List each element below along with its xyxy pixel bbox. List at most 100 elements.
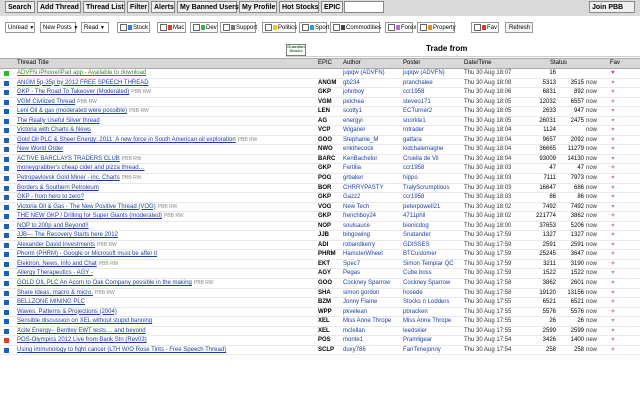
table-row[interactable]: Allergy Therapeutics - AGY - AGY Pegas Cube… <box>0 269 640 280</box>
poster-cell[interactable]: snorkle1 <box>403 117 463 126</box>
author-cell[interactable]: New Tech <box>343 203 403 212</box>
author-cell[interactable]: energyi <box>343 117 403 126</box>
heart-icon[interactable]: ♥ <box>611 136 619 145</box>
poster-cell[interactable]: ECTurner2 <box>403 107 463 116</box>
poster-cell[interactable]: TralyScrumptious <box>403 184 463 193</box>
heart-icon[interactable]: ♥ <box>611 346 619 355</box>
author-cell[interactable]: Wiganer <box>343 126 403 135</box>
thread-title-link[interactable]: POS-Olympics 2012 Live from Bank Stn (Re… <box>17 337 147 343</box>
poster-cell[interactable]: Miss Anne Thrope <box>403 317 463 326</box>
poster-cell[interactable]: hippo <box>403 174 463 183</box>
epic-cell[interactable]: VOG <box>318 203 342 212</box>
table-row[interactable]: The Really Useful Silver thread AG energyi… <box>0 117 640 127</box>
table-row[interactable]: JJB--- The Recovery Starts here 2012 JJB b… <box>0 231 640 241</box>
thread-title-link[interactable]: Elektron, News, Info and Chat <box>17 261 97 267</box>
add-thread-button[interactable]: Add Thread <box>37 1 81 13</box>
thread-title-link[interactable]: Share Ideas, macro & micro. <box>17 290 93 296</box>
poster-cell[interactable]: Stocks n Lodders <box>403 298 463 307</box>
filter-sport-checkbox[interactable]: Sport <box>299 22 329 33</box>
author-cell[interactable]: grbaker <box>343 174 403 183</box>
epic-input[interactable] <box>344 1 384 13</box>
author-cell[interactable]: pelchea <box>343 98 403 107</box>
alerts-button[interactable]: Alerts <box>151 1 175 13</box>
table-row[interactable]: Elektron, News, Info and Chat PBB RW EKT Sp… <box>0 260 640 270</box>
thread-title-link[interactable]: JJB--- The Recovery Starts here 2012 <box>17 232 118 238</box>
thread-list-button[interactable]: Thread List <box>83 1 125 13</box>
thread-title-link[interactable]: Victoria with Charts & News <box>17 127 91 133</box>
filter-forex-checkbox[interactable]: Forex <box>385 22 416 33</box>
my-profile-button[interactable]: My Profile <box>239 1 277 13</box>
thread-title-link[interactable]: ACTIVE BARCLAYS TRADERS CLUB <box>17 156 120 162</box>
epic-cell[interactable]: POG <box>318 174 342 183</box>
epic-cell[interactable]: ANGM <box>318 79 342 88</box>
poster-cell[interactable]: ccr1958 <box>403 164 463 173</box>
author-cell[interactable]: johnboy <box>343 88 403 97</box>
author-cell[interactable]: CHRRYPASTY <box>343 184 403 193</box>
thread-title-link[interactable]: GKP - The Road To Takeover (Moderated) <box>17 89 129 95</box>
epic-cell[interactable]: GKP <box>318 88 342 97</box>
heart-icon[interactable]: ♥ <box>611 250 619 259</box>
thread-title-link[interactable]: The Really Useful Silver thread <box>17 118 100 124</box>
epic-cell[interactable]: NWO <box>318 145 342 154</box>
heart-icon[interactable]: ♥ <box>611 155 619 164</box>
table-row[interactable]: GOLD OIL PLC An Acorn to Oak Company pos… <box>0 279 640 289</box>
poster-cell[interactable]: FanTimejonny <box>403 346 463 355</box>
thread-title-link[interactable]: Using immunology to fight cancer (LTH W/… <box>17 347 226 353</box>
table-row[interactable]: ACTIVE BARCLAYS TRADERS CLUB PBB RW BARC Ke… <box>0 155 640 165</box>
author-cell[interactable]: duxy786 <box>343 346 403 355</box>
table-row[interactable]: Sensible discussion on XEL without stupi… <box>0 317 640 327</box>
table-row[interactable]: Phorm (PHRM) - Google or Microsoft must … <box>0 250 640 260</box>
unread-select[interactable]: Unread ▼ <box>5 22 35 33</box>
thread-title-link[interactable]: Sensible discussion on XEL without stupi… <box>17 318 152 324</box>
thread-title-link[interactable]: GOLD OIL PLC An Acorn to Oak Company pos… <box>17 280 192 286</box>
new-posts-select[interactable]: New Posts ▼ <box>40 22 78 33</box>
heart-icon[interactable]: ♥ <box>611 193 619 202</box>
search-button[interactable]: Search <box>5 1 35 13</box>
heart-icon[interactable]: ♥ <box>611 88 619 97</box>
author-cell[interactable]: Miss Anne Thrope <box>343 317 403 326</box>
epic-cell[interactable]: LEN <box>318 107 342 116</box>
epic-cell[interactable]: BARC <box>318 155 342 164</box>
poster-cell[interactable]: Pramligear <box>403 336 463 345</box>
table-row[interactable]: Petropavlovsk Gold Miner - inc. Charts PB… <box>0 174 640 184</box>
poster-cell[interactable]: leedskier <box>403 327 463 336</box>
poster-cell[interactable]: steveo171 <box>403 98 463 107</box>
thread-title-link[interactable]: NOP to 200p and Beyond!! <box>17 223 89 229</box>
heart-icon[interactable]: ♥ <box>611 231 619 240</box>
thread-title-link[interactable]: New World Order <box>17 146 63 152</box>
header-author[interactable]: Author <box>343 60 361 66</box>
table-row[interactable]: GKP - The Road To Takeover (Moderated) PB… <box>0 88 640 98</box>
join-pbb-button[interactable]: Join PBB <box>589 1 635 13</box>
table-row[interactable]: Borders & Southern Petroleum BOR CHRRYPAST… <box>0 184 640 194</box>
trade-banner[interactable]: Guardian Stocks Trade from <box>286 43 640 57</box>
epic-cell[interactable]: PHRM <box>318 250 342 259</box>
table-row[interactable]: Alexander David Investments PBB RW ADI roba… <box>0 241 640 251</box>
poster-cell[interactable]: Cockney Sparrow <box>403 279 463 288</box>
author-cell[interactable]: mclellan <box>343 327 403 336</box>
poster-cell[interactable]: Cruella de Vil <box>403 155 463 164</box>
filter-dev-checkbox[interactable]: Dev <box>190 22 218 33</box>
poster-cell[interactable]: gattara <box>403 136 463 145</box>
heart-icon[interactable]: ♥ <box>611 203 619 212</box>
table-row[interactable]: Using immunology to fight cancer (LTH W/… <box>0 346 640 356</box>
epic-cell[interactable]: XEL <box>318 317 342 326</box>
table-row[interactable]: Share Ideas, macro & micro. PBB RW SHA simo… <box>0 289 640 299</box>
poster-cell[interactable]: jupqw (ADVFN) <box>403 69 463 78</box>
heart-icon[interactable]: ♥ <box>611 279 619 288</box>
epic-cell[interactable]: SCLP <box>318 346 342 355</box>
table-row[interactable]: Victoria with Charts & News VCP Wiganer rot… <box>0 126 640 136</box>
author-cell[interactable]: simon gordon <box>343 289 403 298</box>
heart-icon[interactable]: ♥ <box>611 327 619 336</box>
table-row[interactable]: New World Order NWO enkthecock kidchalemagn… <box>0 145 640 155</box>
thread-title-link[interactable]: VGM Civilized Thread <box>17 99 75 105</box>
epic-cell[interactable]: GKP <box>318 193 342 202</box>
author-cell[interactable]: robandkerry <box>343 241 403 250</box>
author-cell[interactable]: Fertilia <box>343 164 403 173</box>
heart-icon[interactable]: ♥ <box>611 117 619 126</box>
read-select[interactable]: Read ▼ <box>81 22 109 33</box>
poster-cell[interactable]: peterpowell21 <box>403 203 463 212</box>
filter-politics-checkbox[interactable]: Politics <box>262 22 297 33</box>
poster-cell[interactable]: pranchalee <box>403 79 463 88</box>
filter-property-checkbox[interactable]: Property <box>417 22 456 33</box>
table-row[interactable]: BELLZONE MINING PLC BZM Jonny Flame Stocks … <box>0 298 640 308</box>
